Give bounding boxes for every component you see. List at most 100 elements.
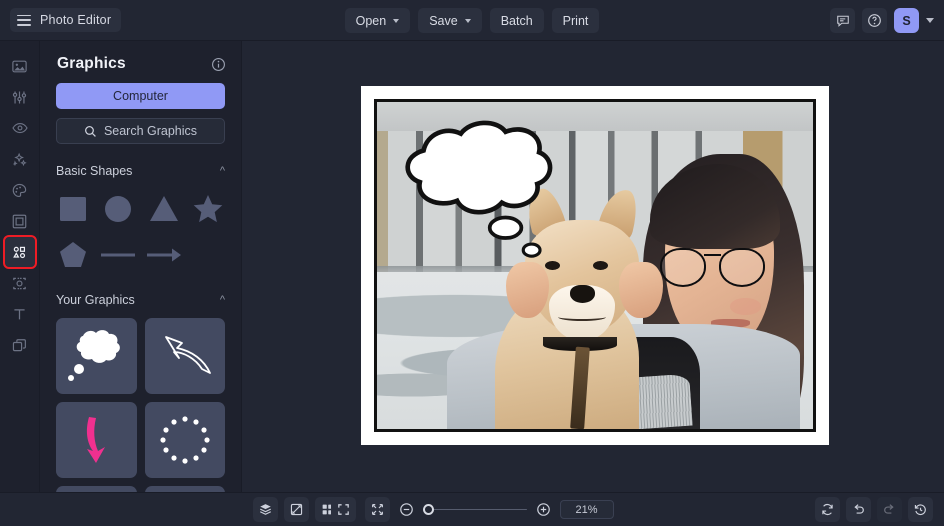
fit-to-screen-button[interactable]	[331, 497, 356, 522]
undo-icon	[851, 502, 866, 517]
shape-pentagon[interactable]	[56, 236, 91, 273]
canvas-matte[interactable]	[361, 86, 829, 445]
refresh-icon	[820, 502, 835, 517]
chevron-down-icon	[465, 19, 471, 23]
sidebar-item-effects[interactable]	[5, 144, 35, 174]
layers-stack-icon	[258, 502, 273, 517]
app-menu-button[interactable]: Photo Editor	[10, 8, 121, 32]
tool-rail	[0, 41, 40, 492]
layers-panel-button[interactable]	[253, 497, 278, 522]
open-button[interactable]: Open	[345, 8, 411, 33]
hamburger-icon	[17, 15, 31, 26]
layers-icon	[11, 337, 28, 354]
page-title: Graphics	[57, 55, 126, 73]
bottom-left-tools	[253, 497, 340, 522]
actual-size-button[interactable]	[365, 497, 390, 522]
zoom-in-button[interactable]	[536, 502, 551, 517]
photo-editor-app: Photo Editor Open Save Batch Print	[0, 0, 944, 526]
shape-square[interactable]	[56, 189, 91, 226]
batch-button-label: Batch	[501, 14, 533, 28]
redo-icon	[882, 502, 897, 517]
sidebar-item-text[interactable]	[5, 299, 35, 329]
computer-upload-button[interactable]: Computer	[56, 83, 225, 109]
save-button[interactable]: Save	[418, 8, 482, 33]
basic-shapes-grid	[56, 189, 225, 273]
history-clock-icon	[913, 502, 928, 517]
zoom-level-input[interactable]: 21%	[560, 500, 614, 519]
section-header-basic-shapes[interactable]: Basic Shapes ^	[56, 164, 225, 178]
sliders-icon	[11, 89, 28, 106]
avatar[interactable]: S	[894, 8, 919, 33]
section-title-basic-shapes: Basic Shapes	[56, 164, 132, 178]
info-icon[interactable]	[211, 57, 226, 72]
graphic-thought-bubble[interactable]	[56, 318, 137, 394]
redo-button[interactable]	[877, 497, 902, 522]
shape-circle[interactable]	[99, 189, 137, 226]
print-button-label: Print	[563, 14, 589, 28]
zoom-slider-thumb[interactable]	[423, 504, 434, 515]
zoom-out-button[interactable]	[399, 502, 414, 517]
shapes-grid-filler	[191, 236, 226, 273]
sidebar-item-cutout[interactable]	[5, 268, 35, 298]
reset-button[interactable]	[815, 497, 840, 522]
pentagon-shape	[57, 239, 89, 271]
photo-document[interactable]	[374, 99, 816, 432]
sidebar-item-image[interactable]	[5, 51, 35, 81]
arrow-shape	[145, 239, 183, 271]
open-button-label: Open	[356, 14, 387, 28]
frame-icon	[11, 213, 28, 230]
sparkles-icon	[11, 151, 28, 168]
section-header-your-graphics[interactable]: Your Graphics ^	[56, 293, 225, 307]
shape-line[interactable]	[99, 236, 137, 273]
sidebar-item-frames[interactable]	[5, 206, 35, 236]
feedback-icon	[836, 14, 850, 28]
sidebar-item-graphics[interactable]	[5, 237, 35, 267]
cutout-icon	[11, 275, 28, 292]
graphics-panel-header: Graphics	[40, 41, 241, 83]
zoom-controls: 21%	[0, 497, 944, 522]
chevron-down-icon[interactable]	[926, 18, 934, 23]
photo-content	[377, 102, 813, 429]
image-icon	[11, 58, 28, 75]
sidebar-item-layers[interactable]	[5, 330, 35, 360]
graphics-panel: Graphics Computer Search Graphics	[40, 41, 242, 492]
circle-shape	[102, 192, 134, 224]
chevron-down-icon	[393, 19, 399, 23]
feedback-button[interactable]	[830, 8, 855, 33]
minus-circle-icon	[399, 502, 414, 517]
account-group: S	[830, 0, 934, 41]
bottom-toolbar: 21%	[0, 492, 944, 526]
graphic-pink-down-arrow[interactable]	[56, 402, 137, 478]
search-input[interactable]: Search Graphics	[56, 118, 225, 144]
batch-button[interactable]: Batch	[490, 8, 544, 33]
undo-button[interactable]	[846, 497, 871, 522]
save-button-label: Save	[429, 14, 458, 28]
history-controls	[815, 497, 933, 522]
graphic-curved-arrow[interactable]	[145, 318, 226, 394]
square-shape	[57, 192, 89, 224]
zoom-slider-track	[423, 509, 527, 511]
shape-star[interactable]	[191, 189, 226, 226]
sidebar-item-paint[interactable]	[5, 175, 35, 205]
triangle-shape	[148, 192, 180, 224]
sidebar-item-adjust[interactable]	[5, 82, 35, 112]
plus-circle-icon	[536, 502, 551, 517]
shape-triangle[interactable]	[145, 189, 183, 226]
your-graphics-grid	[56, 318, 225, 492]
graphic-dotted-circle[interactable]	[145, 402, 226, 478]
compare-button[interactable]	[284, 497, 309, 522]
sidebar-item-retouch[interactable]	[5, 113, 35, 143]
shape-arrow[interactable]	[145, 236, 183, 273]
top-toolbar: Photo Editor Open Save Batch Print	[0, 0, 944, 41]
line-shape	[99, 239, 137, 271]
app-title: Photo Editor	[40, 13, 111, 27]
history-button[interactable]	[908, 497, 933, 522]
help-button[interactable]	[862, 8, 887, 33]
thought-bubble-overlay[interactable]	[377, 102, 813, 432]
zoom-slider[interactable]	[423, 503, 527, 517]
chevron-up-icon: ^	[220, 295, 225, 306]
canvas-area[interactable]	[242, 41, 944, 492]
collapse-arrows-icon	[370, 502, 385, 517]
print-button[interactable]: Print	[552, 8, 600, 33]
compare-split-icon	[289, 502, 304, 517]
